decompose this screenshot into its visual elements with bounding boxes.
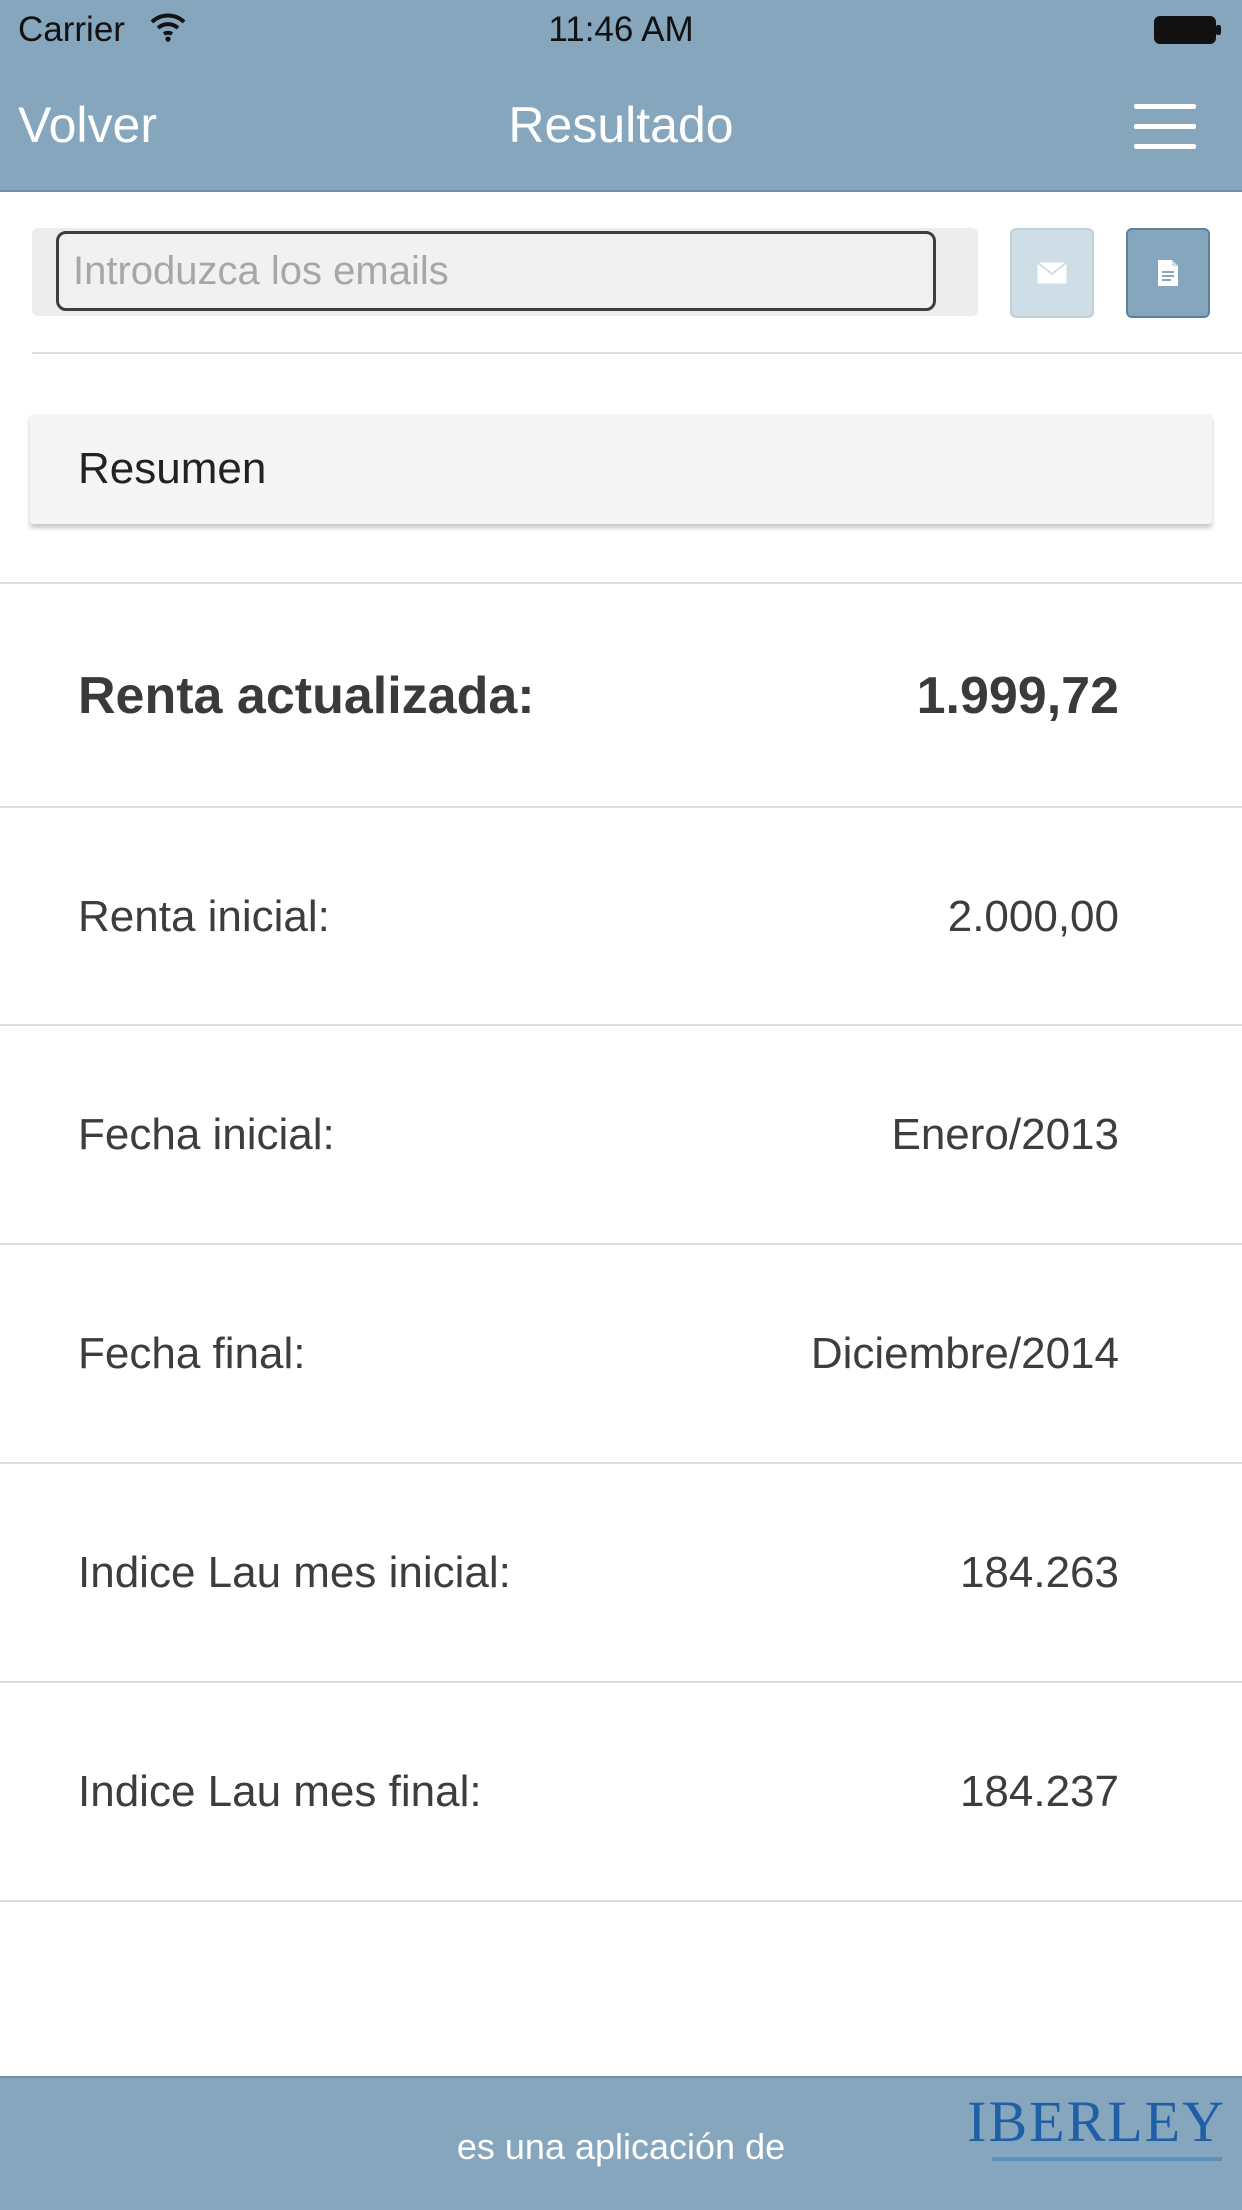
summary-header: Resumen [30, 414, 1212, 524]
row-label: Indice Lau mes inicial: [78, 1548, 511, 1597]
status-time: 11:46 AM [548, 10, 694, 49]
row-label: Indice Lau mes final: [78, 1767, 482, 1816]
result-row-indice-final: Indice Lau mes final: 184.237 [0, 1683, 1242, 1902]
row-value: Diciembre/2014 [810, 1329, 1119, 1378]
envelope-icon [1037, 262, 1067, 284]
result-row-fecha-final: Fecha final: Diciembre/2014 [0, 1245, 1242, 1464]
battery-icon [1154, 16, 1221, 44]
document-icon [1158, 260, 1178, 286]
row-value: Enero/2013 [891, 1110, 1119, 1159]
result-row-renta-actualizada: Renta actualizada: 1.999,72 [0, 584, 1242, 808]
page-title: Resultado [508, 97, 734, 153]
row-label: Fecha inicial: [78, 1110, 335, 1159]
row-label: Fecha final: [78, 1329, 306, 1378]
row-label: Renta actualizada: [78, 667, 535, 725]
export-document-button[interactable] [1126, 228, 1210, 318]
email-input[interactable] [56, 231, 936, 311]
row-value: 184.237 [959, 1767, 1119, 1816]
email-bar [32, 228, 978, 316]
row-value: 1.999,72 [916, 667, 1119, 725]
top-bar: Carrier 11:46 AM Volver Resultado [0, 0, 1242, 192]
logo-tagline-graphic [992, 2157, 1222, 2161]
result-row-renta-inicial: Renta inicial: 2.000,00 [0, 808, 1242, 1026]
iberley-logo[interactable]: IBERLEY [967, 2088, 1226, 2168]
send-email-button[interactable] [1010, 228, 1094, 318]
result-row-fecha-inicial: Fecha inicial: Enero/2013 [0, 1026, 1242, 1245]
row-value: 2.000,00 [947, 892, 1119, 941]
row-label: Renta inicial: [78, 892, 330, 941]
divider [32, 352, 1242, 354]
logo-text: IBERLEY [967, 2089, 1226, 2154]
hamburger-menu-icon[interactable] [1134, 104, 1196, 150]
row-value: 184.263 [959, 1548, 1119, 1597]
summary-title: Resumen [78, 444, 267, 493]
footer: es una aplicación de IBERLEY [0, 2076, 1242, 2210]
result-row-indice-inicial: Indice Lau mes inicial: 184.263 [0, 1464, 1242, 1683]
